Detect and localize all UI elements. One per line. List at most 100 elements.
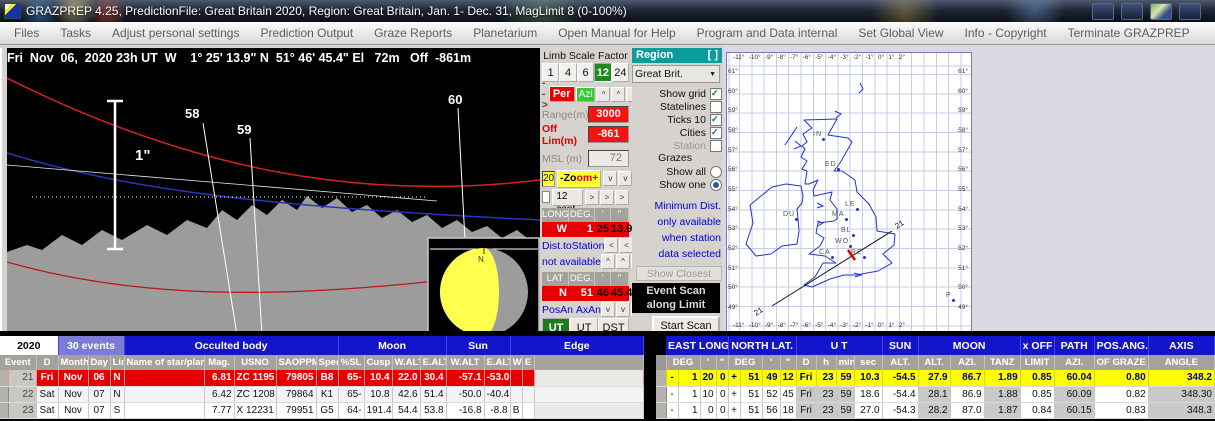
sun-header: SUN <box>882 336 918 355</box>
radio-row[interactable]: Show one <box>632 178 722 191</box>
offlim-field[interactable]: -861 <box>588 126 629 143</box>
checkbox-row[interactable]: Cities <box>632 126 722 139</box>
scan-row[interactable]: - 1 20 0 + 51 49 12 Fri 23 59 10.3 -54.5… <box>656 370 1215 386</box>
limb-scale-button[interactable]: 6 <box>577 63 594 82</box>
radio-row[interactable]: Show all <box>632 165 722 178</box>
checkbox-row[interactable]: Station <box>632 139 722 152</box>
event-row[interactable]: 23 Sat Nov 07 S 7.77 X 12231 79951 G5 64… <box>0 402 644 418</box>
axis-tick-label: -9° <box>765 54 773 61</box>
spinner-down-icon[interactable] <box>601 302 615 317</box>
region-panel-header: Region[ ] <box>632 48 722 63</box>
contour-button[interactable]: 12 cont. <box>552 189 583 206</box>
limb-scale-button[interactable]: 24 <box>612 63 629 82</box>
tray-icon[interactable] <box>1121 3 1143 20</box>
checkbox[interactable] <box>710 101 722 113</box>
spinner-right-icon[interactable] <box>600 190 614 205</box>
checkbox[interactable] <box>710 140 722 152</box>
events-group-header: 2020 30 events Occulted body Moon Sun Ed… <box>0 336 644 355</box>
zoom-button[interactable]: -Zoom+ <box>557 170 601 188</box>
occulted-body-header: Occulted body <box>124 336 338 355</box>
grazes-label: Grazes <box>632 152 722 165</box>
per-button[interactable]: Per <box>549 86 575 102</box>
dist-to-station-link[interactable]: Dist.toStation <box>542 240 604 252</box>
not-available-link[interactable]: not available <box>542 256 601 268</box>
axis-tick-label: 50° <box>958 284 968 291</box>
limb-profile-view[interactable]: 58 59 60 1" N <box>7 68 540 335</box>
row-selector[interactable] <box>0 370 8 386</box>
azi-button[interactable]: Azi <box>576 87 596 102</box>
event-row[interactable]: 21 Fri Nov 06 N 6.81 ZC 1195 79805 B8 65… <box>0 370 644 386</box>
checkbox-row[interactable]: Show grid <box>632 87 722 100</box>
spinner-up-icon[interactable] <box>616 254 630 269</box>
menu-item[interactable]: Open Manual for Help <box>558 26 675 40</box>
menu-item[interactable]: Tasks <box>60 26 91 40</box>
events-column-header: Event D Month Day Lim Name of star/plane… <box>0 355 644 370</box>
contour-checkbox[interactable] <box>542 191 550 203</box>
latitude-header: LAT DEG. ' " <box>542 272 629 286</box>
checkbox-row[interactable]: Statelines <box>632 100 722 113</box>
axan-link[interactable]: AxAn <box>576 304 601 316</box>
region-dropdown[interactable]: Great Brit. ▼ <box>632 65 720 83</box>
radio-button[interactable] <box>710 166 722 178</box>
city-label: ED <box>825 161 837 168</box>
menu-item[interactable]: Info - Copyright <box>965 26 1047 40</box>
checkbox[interactable] <box>710 88 722 100</box>
scan-row[interactable]: - 1 0 0 + 51 56 18 Fri 23 59 27.0 -54.3 … <box>656 402 1215 418</box>
row-selector[interactable] <box>0 402 8 418</box>
menu-item[interactable]: Planetarium <box>473 26 537 40</box>
tray-icon[interactable] <box>1179 3 1201 20</box>
range-field[interactable]: 3000 <box>588 106 629 123</box>
spinner-right-icon[interactable] <box>585 190 599 205</box>
checkbox[interactable] <box>710 127 722 139</box>
region-panel: Region[ ] Great Brit. ▼ Show grid Statel… <box>632 48 722 335</box>
limb-scale-button[interactable]: 4 <box>559 63 576 82</box>
axis-tick-label: 58° <box>958 127 968 134</box>
menu-item[interactable]: Adjust personal settings <box>112 26 239 40</box>
checkbox[interactable] <box>710 114 722 126</box>
limb-scale-button[interactable]: 12 <box>594 63 611 82</box>
spinner-down-icon[interactable] <box>616 302 630 317</box>
axis-tick-label: -3° <box>840 54 848 61</box>
spinner-left-icon[interactable] <box>604 238 618 253</box>
minute-label: 59 <box>237 122 251 137</box>
tray-icon[interactable] <box>1092 3 1114 20</box>
spinner-up-icon[interactable] <box>601 254 615 269</box>
spinner-down-icon[interactable] <box>603 171 617 186</box>
scan-column-header: DEG ' " DEG ' " D h min sec ALT. ALT. AZ… <box>656 355 1215 370</box>
arrow-label: --> <box>542 78 548 111</box>
menu-item[interactable]: Terminate GRAZPREP <box>1068 26 1190 40</box>
menu-item[interactable]: Files <box>14 26 39 40</box>
axis-tick-label: -9° <box>765 322 773 329</box>
map-area: 21 21 -11°-10°-9°-8°-7°-6°-5°-4°-3°-2°-1… <box>722 45 1215 333</box>
row-selector[interactable] <box>0 386 8 402</box>
row-selector[interactable] <box>656 370 666 386</box>
menu-item[interactable]: Graze Reports <box>374 26 452 40</box>
tray-icons <box>1092 3 1201 20</box>
spinner-down-icon[interactable] <box>618 171 632 186</box>
city-label: LE <box>845 201 856 208</box>
show-closest-button[interactable]: Show Closest <box>636 266 722 281</box>
msl-field[interactable]: 72 <box>588 150 629 167</box>
event-row[interactable]: 22 Sat Nov 07 N 6.42 ZC 1208 79864 K1 65… <box>0 386 644 402</box>
spinner-right-icon[interactable] <box>615 190 629 205</box>
radio-button[interactable] <box>710 179 722 191</box>
scan-row[interactable]: - 1 10 0 + 51 52 45 Fri 23 59 18.6 -54.4… <box>656 386 1215 402</box>
limb-scale-options: 1461224 <box>542 63 629 82</box>
row-selector[interactable] <box>656 386 666 402</box>
posan-link[interactable]: PosAn <box>542 304 573 316</box>
spinner-up-icon[interactable] <box>596 87 610 102</box>
ut-header: U T <box>796 336 882 355</box>
row-selector[interactable] <box>656 402 666 418</box>
menu-item[interactable]: Set Global View <box>858 26 943 40</box>
events-count-header: 30 events <box>58 336 124 355</box>
checkbox-row[interactable]: Ticks 10 <box>632 113 722 126</box>
zoom-value-field[interactable]: 20 <box>542 171 555 187</box>
menu-item[interactable]: Prediction Output <box>260 26 353 40</box>
menu-item[interactable]: Program and Data internal <box>697 26 838 40</box>
spinner-up-icon[interactable] <box>611 87 625 102</box>
axis-tick-label: 51° <box>958 265 968 272</box>
region-map[interactable]: 21 21 -11°-10°-9°-8°-7°-6°-5°-4°-3°-2°-1… <box>726 52 972 333</box>
axis-tick-label: 54° <box>728 206 738 213</box>
islands <box>785 83 863 277</box>
tray-icon[interactable] <box>1150 3 1172 20</box>
